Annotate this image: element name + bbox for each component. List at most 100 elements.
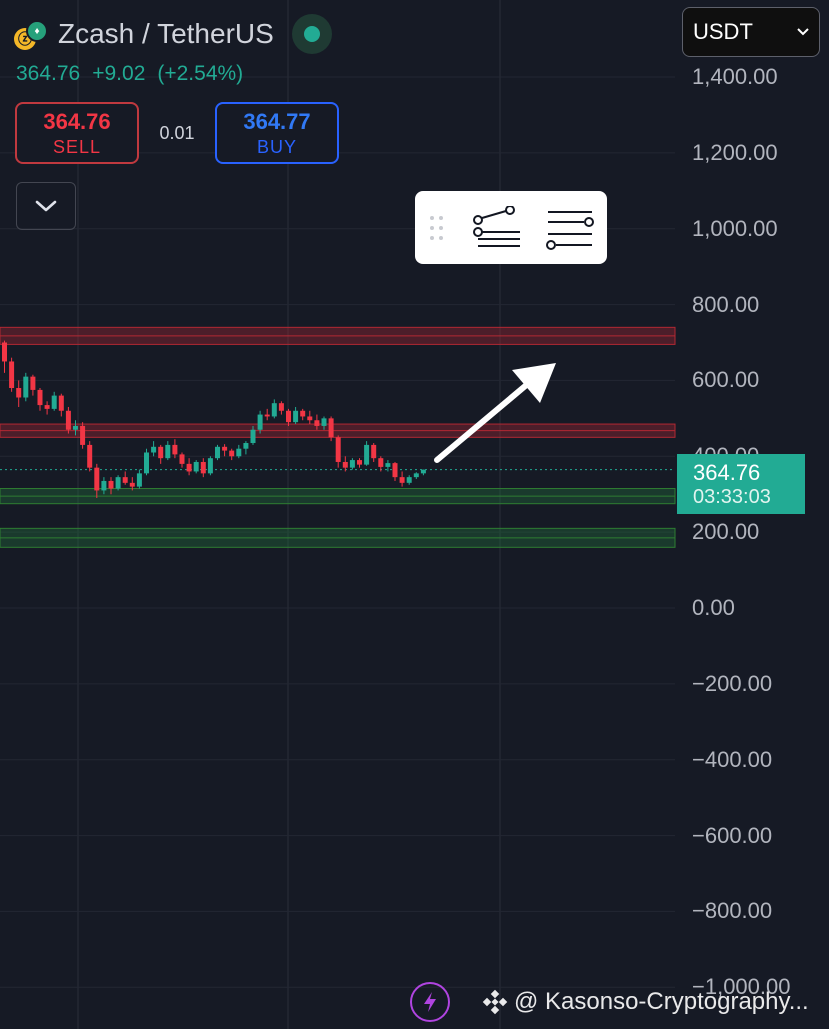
- arrow-annotation-head: [512, 363, 556, 403]
- candle-body: [399, 477, 405, 483]
- candle-body: [271, 403, 277, 417]
- currency-select-value: USDT: [693, 19, 753, 44]
- candle-body: [349, 460, 355, 468]
- price-axis-label: −200.00: [692, 670, 773, 696]
- candle-body: [186, 463, 192, 472]
- price-change: +9.02: [92, 62, 146, 85]
- chevron-down-icon: [35, 200, 57, 212]
- candle-body: [264, 414, 270, 417]
- drawing-floating-toolbar[interactable]: [415, 191, 607, 264]
- candle-body: [101, 480, 107, 491]
- currency-select[interactable]: USDT: [682, 7, 820, 57]
- candle-body: [108, 480, 114, 489]
- candle-body: [44, 405, 50, 409]
- price-axis-label: 1,400.00: [692, 64, 778, 89]
- price-axis-label: 200.00: [692, 519, 760, 545]
- candle-body: [144, 452, 149, 474]
- price-axis-label: 1,200.00: [692, 139, 778, 165]
- candle-body: [37, 389, 43, 406]
- sell-button[interactable]: 364.76 SELL: [15, 102, 139, 164]
- trade-panel: 364.76 SELL 0.01 364.77 BUY: [15, 102, 339, 164]
- candle-body: [200, 461, 206, 474]
- candle-body: [236, 448, 242, 457]
- candle-body: [193, 461, 199, 472]
- trend-line-tool-icon[interactable]: [459, 191, 533, 264]
- candle-body: [293, 410, 299, 423]
- chevron-down-icon: [797, 28, 809, 36]
- candle-body: [129, 482, 135, 487]
- buy-button[interactable]: 364.77 BUY: [215, 102, 339, 164]
- candle-body: [65, 410, 71, 430]
- tether-coin-icon: ♦: [26, 20, 48, 42]
- footer-bar: @ Kasonso-Cryptography...: [410, 982, 809, 1022]
- candle-body: [314, 420, 320, 426]
- candle-body: [215, 446, 220, 459]
- candle-body: [207, 458, 213, 474]
- candle-body: [115, 477, 121, 489]
- market-open-dot-icon: [303, 26, 320, 42]
- candle-body: [392, 463, 398, 478]
- candle-body: [165, 444, 171, 459]
- price-axis-label: −600.00: [692, 822, 773, 848]
- candle-body: [286, 410, 291, 423]
- candle-body: [94, 467, 100, 491]
- collapse-panel-button[interactable]: [16, 182, 76, 230]
- last-price-tag-value: 364.76: [693, 459, 761, 485]
- price-axis-label: 0.00: [692, 595, 735, 620]
- candle-body: [87, 444, 93, 468]
- candle-body: [342, 461, 348, 468]
- drag-handle-icon[interactable]: [415, 191, 459, 264]
- candle-body: [321, 418, 327, 426]
- sell-label: SELL: [52, 136, 102, 157]
- candle-body: [9, 361, 15, 389]
- last-price: 364.76: [16, 62, 81, 85]
- candle-body: [136, 473, 142, 487]
- binance-logo-icon: [482, 989, 508, 1015]
- candle-body: [364, 444, 370, 465]
- candle-body: [16, 388, 22, 398]
- candle-body: [151, 446, 157, 453]
- horizontal-lines-tool-icon[interactable]: [533, 191, 607, 264]
- candle-body: [378, 458, 384, 467]
- candle-body: [158, 446, 164, 459]
- price-axis-label: 1,000.00: [692, 215, 778, 241]
- price-axis-label: 600.00: [692, 367, 760, 393]
- candle-body: [222, 446, 228, 451]
- candle-body: [250, 429, 256, 444]
- price-change-percent: (+2.54%): [157, 62, 244, 85]
- candle-body: [179, 454, 185, 464]
- candle-body: [257, 414, 263, 430]
- pair-title[interactable]: Zcash / TetherUS: [58, 18, 274, 50]
- candle-body: [385, 463, 391, 467]
- candle-body: [58, 395, 64, 411]
- watermark: @ Kasonso-Cryptography...: [482, 988, 809, 1016]
- sell-price: 364.76: [43, 108, 111, 134]
- candle-body: [420, 469, 426, 474]
- candle-countdown: 03:33:03: [693, 485, 771, 508]
- candle-body: [51, 395, 57, 409]
- arrow-annotation-shaft: [434, 379, 533, 463]
- price-axis-label: −800.00: [692, 898, 773, 924]
- buy-price: 364.77: [243, 108, 311, 134]
- candle-body: [357, 460, 362, 465]
- candle-body: [278, 403, 284, 411]
- last-price-tag: 364.76 03:33:03: [677, 454, 805, 514]
- candle-body: [73, 425, 78, 430]
- candle-body: [406, 477, 412, 483]
- price-summary: 364.76 +9.02 (+2.54%): [16, 62, 243, 86]
- price-axis-label: −400.00: [692, 746, 773, 772]
- symbol-header: ⓩ ♦ Zcash / TetherUS: [14, 14, 332, 54]
- candle-body: [80, 425, 86, 445]
- candle-body: [23, 376, 29, 398]
- pair-logo: ⓩ ♦: [14, 20, 48, 50]
- buy-label: BUY: [256, 136, 297, 157]
- price-axis-label: 800.00: [692, 291, 760, 317]
- watermark-text: @ Kasonso-Cryptography...: [514, 988, 809, 1015]
- candle-body: [371, 444, 377, 459]
- candle-body: [243, 443, 249, 449]
- market-status-indicator[interactable]: [291, 14, 332, 54]
- spread-value: 0.01: [159, 122, 195, 143]
- candle-body: [307, 416, 313, 421]
- lightning-icon[interactable]: [410, 982, 450, 1022]
- candle-body: [328, 418, 334, 438]
